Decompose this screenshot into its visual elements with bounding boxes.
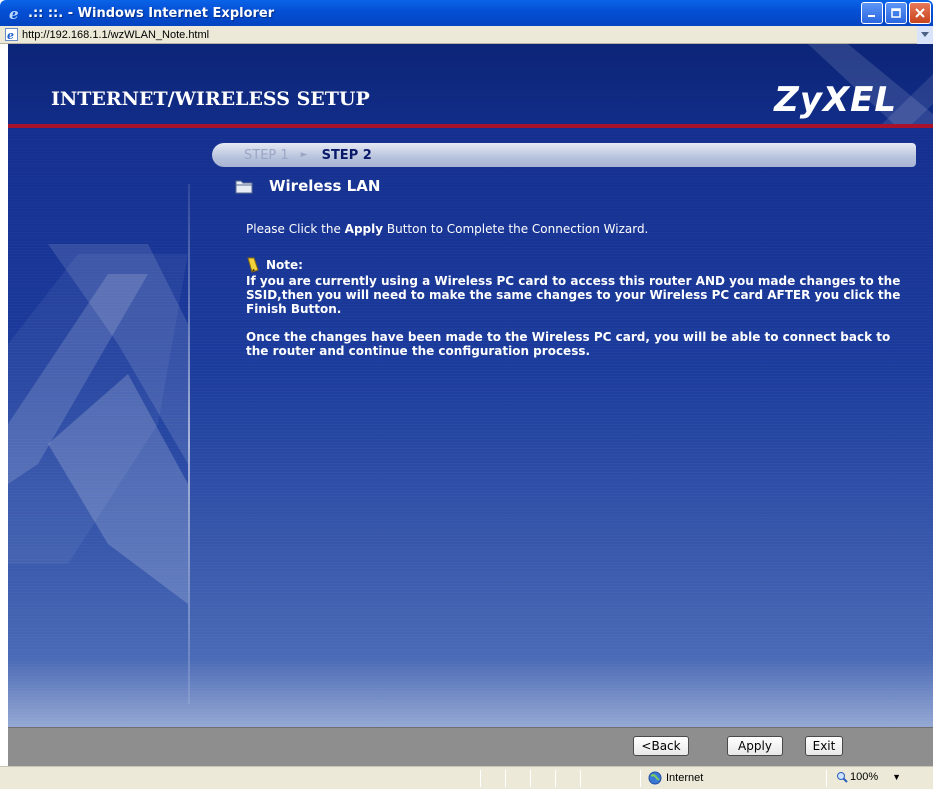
status-separator: [505, 770, 506, 787]
page-content: INTERNET/WIRELESS SETUP ZyXEL STEP 1 ► S…: [8, 44, 933, 766]
vertical-divider: [188, 184, 190, 704]
minimize-button[interactable]: [861, 2, 883, 24]
note-header: Note:: [246, 257, 916, 273]
internet-explorer-icon: e: [6, 4, 24, 22]
step-2-label: STEP 2: [321, 147, 372, 163]
globe-icon: [648, 771, 662, 785]
instruction-suffix: Button to Complete the Connection Wizard…: [383, 222, 649, 236]
instruction-apply-keyword: Apply: [344, 222, 384, 236]
status-bar: Internet 100% ▼: [0, 766, 933, 789]
page-header: INTERNET/WIRELESS SETUP ZyXEL: [8, 44, 933, 128]
instruction-prefix: Please Click the: [246, 222, 345, 236]
note-block: Note: If you are currently using a Wirel…: [246, 257, 916, 372]
chevron-down-icon: [921, 32, 929, 37]
instruction-text: Please Click the Apply Button to Complet…: [246, 222, 648, 236]
maximize-icon: [891, 8, 901, 18]
zoom-icon: [837, 772, 848, 783]
pencil-note-icon: [247, 257, 259, 273]
window-titlebar: e .:: ::. - Windows Internet Explorer: [0, 0, 933, 26]
address-dropdown-button[interactable]: [917, 26, 933, 44]
exit-button[interactable]: Exit: [805, 736, 843, 756]
status-separator: [555, 770, 556, 787]
window-controls: [861, 2, 931, 24]
apply-button[interactable]: Apply: [727, 736, 783, 756]
note-paragraph-2: Once the changes have been made to the W…: [246, 330, 891, 358]
close-icon: [915, 8, 925, 18]
note-paragraph-1: If you are currently using a Wireless PC…: [246, 274, 901, 316]
zoom-level: 100%: [850, 771, 879, 783]
close-button[interactable]: [909, 2, 931, 24]
url-text[interactable]: http://192.168.1.1/wzWLAN_Note.html: [22, 29, 209, 41]
status-separator: [826, 770, 827, 787]
section-title: Wireless LAN: [269, 177, 381, 195]
window-title: .:: ::. - Windows Internet Explorer: [28, 5, 275, 21]
status-separator: [530, 770, 531, 787]
zone-label: Internet: [666, 772, 704, 784]
page-icon: e: [4, 28, 18, 42]
section-header: Wireless LAN: [235, 177, 380, 195]
page-title: INTERNET/WIRELESS SETUP: [51, 88, 370, 110]
zyxel-logo: ZyXEL: [774, 80, 897, 120]
status-separator: [480, 770, 481, 787]
minimize-icon: [868, 15, 875, 17]
back-button[interactable]: <Back: [633, 736, 689, 756]
zoom-control[interactable]: 100% ▼: [836, 771, 901, 783]
step-indicator: STEP 1 ► STEP 2: [212, 143, 916, 167]
svg-text:e: e: [9, 5, 19, 21]
maximize-button[interactable]: [885, 2, 907, 24]
security-zone[interactable]: Internet: [648, 771, 703, 785]
folder-icon: [235, 180, 253, 194]
svg-text:e: e: [7, 29, 14, 41]
status-separator: [580, 770, 581, 787]
note-label: Note:: [266, 258, 303, 272]
status-separator: [640, 770, 641, 787]
header-divider: [8, 124, 933, 128]
address-bar[interactable]: e http://192.168.1.1/wzWLAN_Note.html: [0, 26, 933, 44]
step-1-label: STEP 1: [244, 147, 289, 163]
step-arrow-icon: ►: [300, 150, 308, 160]
chevron-down-icon[interactable]: ▼: [892, 772, 901, 782]
wizard-button-bar: <Back Apply Exit: [8, 727, 933, 766]
